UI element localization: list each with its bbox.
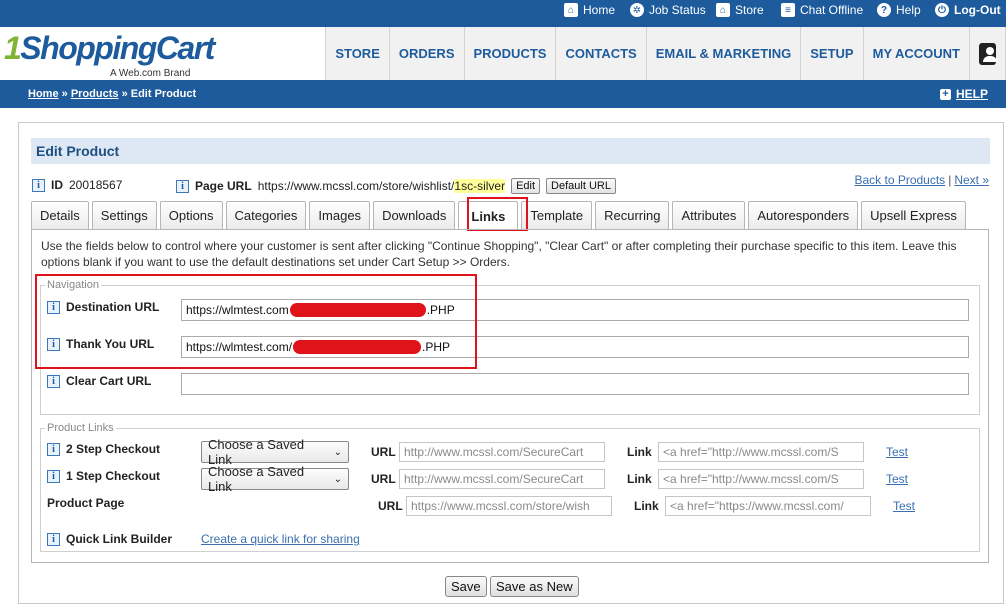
- chat-link[interactable]: ≡ Chat Offline: [781, 3, 863, 17]
- gear-icon: ✲: [630, 3, 644, 17]
- page-url-row: i Page URL https://www.mcssl.com/store/w…: [176, 178, 616, 194]
- home-link[interactable]: ⌂ Home: [564, 3, 615, 17]
- product-nav-links: Back to Products | Next »: [854, 173, 989, 187]
- destination-url-label: i Destination URL: [47, 300, 159, 314]
- chat-icon: ≡: [781, 3, 795, 17]
- two-step-link-field[interactable]: <a href="http://www.mcssl.com/S: [658, 442, 864, 462]
- two-step-test-link[interactable]: Test: [886, 445, 908, 459]
- back-to-products-link[interactable]: Back to Products: [854, 173, 945, 187]
- user-icon: [979, 42, 997, 65]
- nav-orders[interactable]: ORDERS: [390, 27, 465, 80]
- product-page-url-field[interactable]: https://www.mcssl.com/store/wish: [406, 496, 612, 516]
- header: 1ShoppingCart A Web.com Brand STORE ORDE…: [0, 27, 1006, 80]
- thankyou-url-input[interactable]: https://wlmtest.com/.PHP: [181, 336, 969, 358]
- breadcrumb-home[interactable]: Home: [28, 88, 59, 100]
- save-button[interactable]: Save: [445, 576, 487, 597]
- product-page-test-link[interactable]: Test: [893, 499, 915, 513]
- nav-products[interactable]: PRODUCTS: [465, 27, 557, 80]
- top-utility-bar: ⌂ Home ✲ Job Status ⌂ Store ≡ Chat Offline ?…: [0, 0, 1006, 27]
- tab-template[interactable]: Template: [521, 201, 593, 229]
- one-step-test-link[interactable]: Test: [886, 472, 908, 486]
- one-step-saved-link-select[interactable]: Choose a Saved Link ⌄: [201, 464, 349, 494]
- breadcrumb: Home » Products » Edit Product: [28, 88, 197, 100]
- chevron-down-icon: ⌄: [333, 446, 342, 458]
- info-icon[interactable]: i: [47, 300, 60, 314]
- nav-email-marketing[interactable]: EMAIL & MARKETING: [647, 27, 802, 80]
- one-step-checkout-label: i 1 Step Checkout: [47, 469, 160, 483]
- two-step-saved-link-select[interactable]: Choose a Saved Link ⌄: [201, 437, 349, 467]
- clearcart-url-input[interactable]: [181, 373, 969, 395]
- tab-options[interactable]: Options: [159, 201, 223, 229]
- breadcrumb-bar: Home » Products » Edit Product + HELP: [0, 80, 1006, 108]
- nav-store[interactable]: STORE: [326, 27, 390, 80]
- info-icon[interactable]: i: [47, 374, 60, 388]
- job-status-link[interactable]: ✲ Job Status: [630, 3, 706, 17]
- product-page-label: Product Page: [47, 496, 125, 510]
- product-id: i ID 20018567: [32, 178, 122, 192]
- info-icon[interactable]: i: [47, 337, 60, 351]
- links-description: Use the fields below to control where yo…: [41, 239, 957, 269]
- create-quick-link[interactable]: Create a quick link for sharing: [201, 532, 360, 546]
- save-as-new-button[interactable]: Save as New: [490, 576, 579, 597]
- two-step-checkout-label: i 2 Step Checkout: [47, 442, 160, 456]
- logo[interactable]: 1ShoppingCart A Web.com Brand: [4, 31, 215, 79]
- tab-details[interactable]: Details: [31, 201, 89, 229]
- tab-images[interactable]: Images: [309, 201, 371, 229]
- edit-url-button[interactable]: Edit: [511, 178, 541, 194]
- tab-links[interactable]: Links: [458, 201, 519, 230]
- help-button[interactable]: + HELP: [939, 87, 988, 101]
- nav-my-account[interactable]: MY ACCOUNT: [864, 27, 970, 80]
- redaction-mark: [289, 303, 426, 317]
- quick-link-builder-label: i Quick Link Builder: [47, 532, 172, 546]
- logout-link[interactable]: ⏻ Log-Out: [935, 3, 1001, 17]
- page-title: Edit Product: [36, 143, 120, 159]
- two-step-url-field[interactable]: http://www.mcssl.com/SecureCart: [399, 442, 605, 462]
- tab-autoresponders[interactable]: Autoresponders: [748, 201, 859, 229]
- help-link[interactable]: ? Help: [877, 3, 921, 17]
- destination-url-input[interactable]: https://wlmtest.com .PHP: [181, 299, 969, 321]
- clearcart-url-label: i Clear Cart URL: [47, 374, 151, 388]
- power-icon: ⏻: [935, 3, 949, 17]
- breadcrumb-current: Edit Product: [130, 88, 197, 100]
- info-icon[interactable]: i: [47, 469, 60, 483]
- product-page-link-field[interactable]: <a href="https://www.mcssl.com/: [665, 496, 871, 516]
- main-nav: STORE ORDERS PRODUCTS CONTACTS EMAIL & M…: [325, 27, 1006, 80]
- default-url-button[interactable]: Default URL: [546, 178, 616, 194]
- redaction-mark: [293, 340, 422, 354]
- home-icon: ⌂: [564, 3, 578, 17]
- plus-icon: +: [939, 88, 951, 100]
- store-link[interactable]: ⌂ Store: [716, 3, 764, 17]
- page-title-bar: Edit Product: [31, 138, 990, 164]
- tab-upsell-express[interactable]: Upsell Express: [861, 201, 966, 229]
- tab-downloads[interactable]: Downloads: [373, 201, 456, 229]
- tab-bar: Details Settings Options Categories Imag…: [31, 201, 966, 230]
- info-icon[interactable]: i: [47, 442, 60, 456]
- one-step-url-field[interactable]: http://www.mcssl.com/SecureCart: [399, 469, 605, 489]
- breadcrumb-products[interactable]: Products: [71, 88, 119, 100]
- tab-categories[interactable]: Categories: [225, 201, 307, 229]
- tab-recurring[interactable]: Recurring: [595, 201, 670, 229]
- next-product-link[interactable]: Next »: [954, 173, 989, 187]
- chevron-down-icon: ⌄: [333, 473, 342, 485]
- info-icon[interactable]: i: [176, 179, 189, 193]
- user-menu[interactable]: [970, 27, 1006, 80]
- nav-contacts[interactable]: CONTACTS: [556, 27, 647, 80]
- one-step-link-field[interactable]: <a href="http://www.mcssl.com/S: [658, 469, 864, 489]
- info-icon[interactable]: i: [32, 178, 45, 192]
- thankyou-url-label: i Thank You URL: [47, 337, 154, 351]
- info-icon[interactable]: i: [47, 532, 60, 546]
- question-icon: ?: [877, 3, 891, 17]
- store-icon: ⌂: [716, 3, 730, 17]
- nav-setup[interactable]: SETUP: [801, 27, 864, 80]
- tab-attributes[interactable]: Attributes: [672, 201, 746, 229]
- tab-settings[interactable]: Settings: [91, 201, 157, 229]
- page-url-slug: 1sc-silver: [454, 179, 506, 193]
